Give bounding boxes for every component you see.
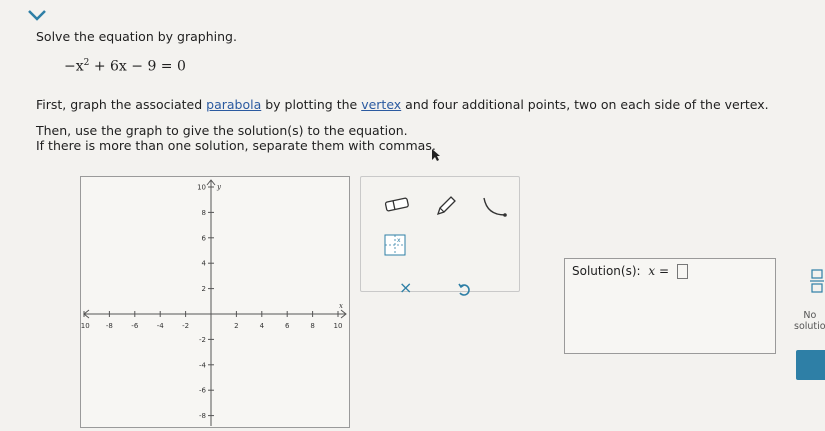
no-solution-button[interactable]: No solutio: [794, 310, 825, 332]
x-tick-label: 4: [260, 322, 265, 330]
equation: −x2 + 6x − 9 = 0: [64, 58, 186, 75]
graph-panel[interactable]: -10 -8 -6 -4 -2 2 4 6 8 10 10 8 6 4 2 -2 -4 -6 -8 x y: [78, 176, 350, 428]
eraser-icon[interactable]: [383, 197, 411, 213]
solution-input[interactable]: [676, 264, 688, 279]
graph-tools-panel: x ×: [360, 176, 520, 297]
instruction-1: First, graph the associated parabola by …: [36, 97, 769, 112]
y-tick-label: 10: [197, 184, 206, 192]
question-prompt: Solve the equation by graphing.: [36, 29, 237, 44]
mouse-cursor-icon: [432, 149, 440, 161]
instruction-3: If there is more than one solution, sepa…: [36, 138, 436, 153]
check-button[interactable]: [796, 350, 825, 380]
instruction-2: Then, use the graph to give the solution…: [36, 123, 408, 138]
y-axis-label: y: [216, 183, 222, 191]
pencil-icon[interactable]: [434, 194, 458, 218]
x-tick-label: -6: [131, 322, 139, 330]
fraction-button[interactable]: [810, 268, 824, 294]
y-tick-label: 2: [202, 285, 206, 293]
y-tick-label: -2: [199, 336, 206, 344]
parabola-link[interactable]: parabola: [206, 97, 261, 112]
solution-panel: Solution(s): x =: [564, 258, 776, 354]
vertex-link[interactable]: vertex: [361, 97, 401, 112]
svg-text:x: x: [397, 237, 401, 244]
y-tick-label: 8: [202, 209, 206, 217]
x-tick-label: 6: [285, 322, 290, 330]
coordinate-grid[interactable]: -10 -8 -6 -4 -2 2 4 6 8 10 10 8 6 4 2 -2 -4 -6 -8 x y: [78, 177, 349, 427]
clear-button[interactable]: ×: [399, 278, 412, 297]
x-tick-label: -8: [106, 322, 113, 330]
y-tick-label: 6: [202, 234, 207, 242]
y-tick-label: -8: [199, 412, 206, 420]
x-tick-label: 2: [234, 322, 238, 330]
x-tick-label: -10: [81, 322, 90, 330]
parabola-tool-icon[interactable]: [481, 195, 509, 219]
y-tick-label: -4: [199, 361, 207, 369]
x-tick-label: -4: [157, 322, 165, 330]
y-tick-label: 4: [202, 260, 207, 268]
point-tool-icon[interactable]: x: [384, 234, 406, 256]
undo-icon[interactable]: [457, 283, 471, 297]
x-tick-label: 8: [310, 322, 314, 330]
x-tick-label: 10: [334, 322, 343, 330]
y-tick-label: -6: [199, 387, 207, 395]
solution-label: Solution(s): x =: [572, 264, 688, 279]
x-axis-label: x: [339, 302, 343, 310]
chevron-down-icon[interactable]: [26, 8, 48, 22]
x-tick-label: -2: [182, 322, 189, 330]
